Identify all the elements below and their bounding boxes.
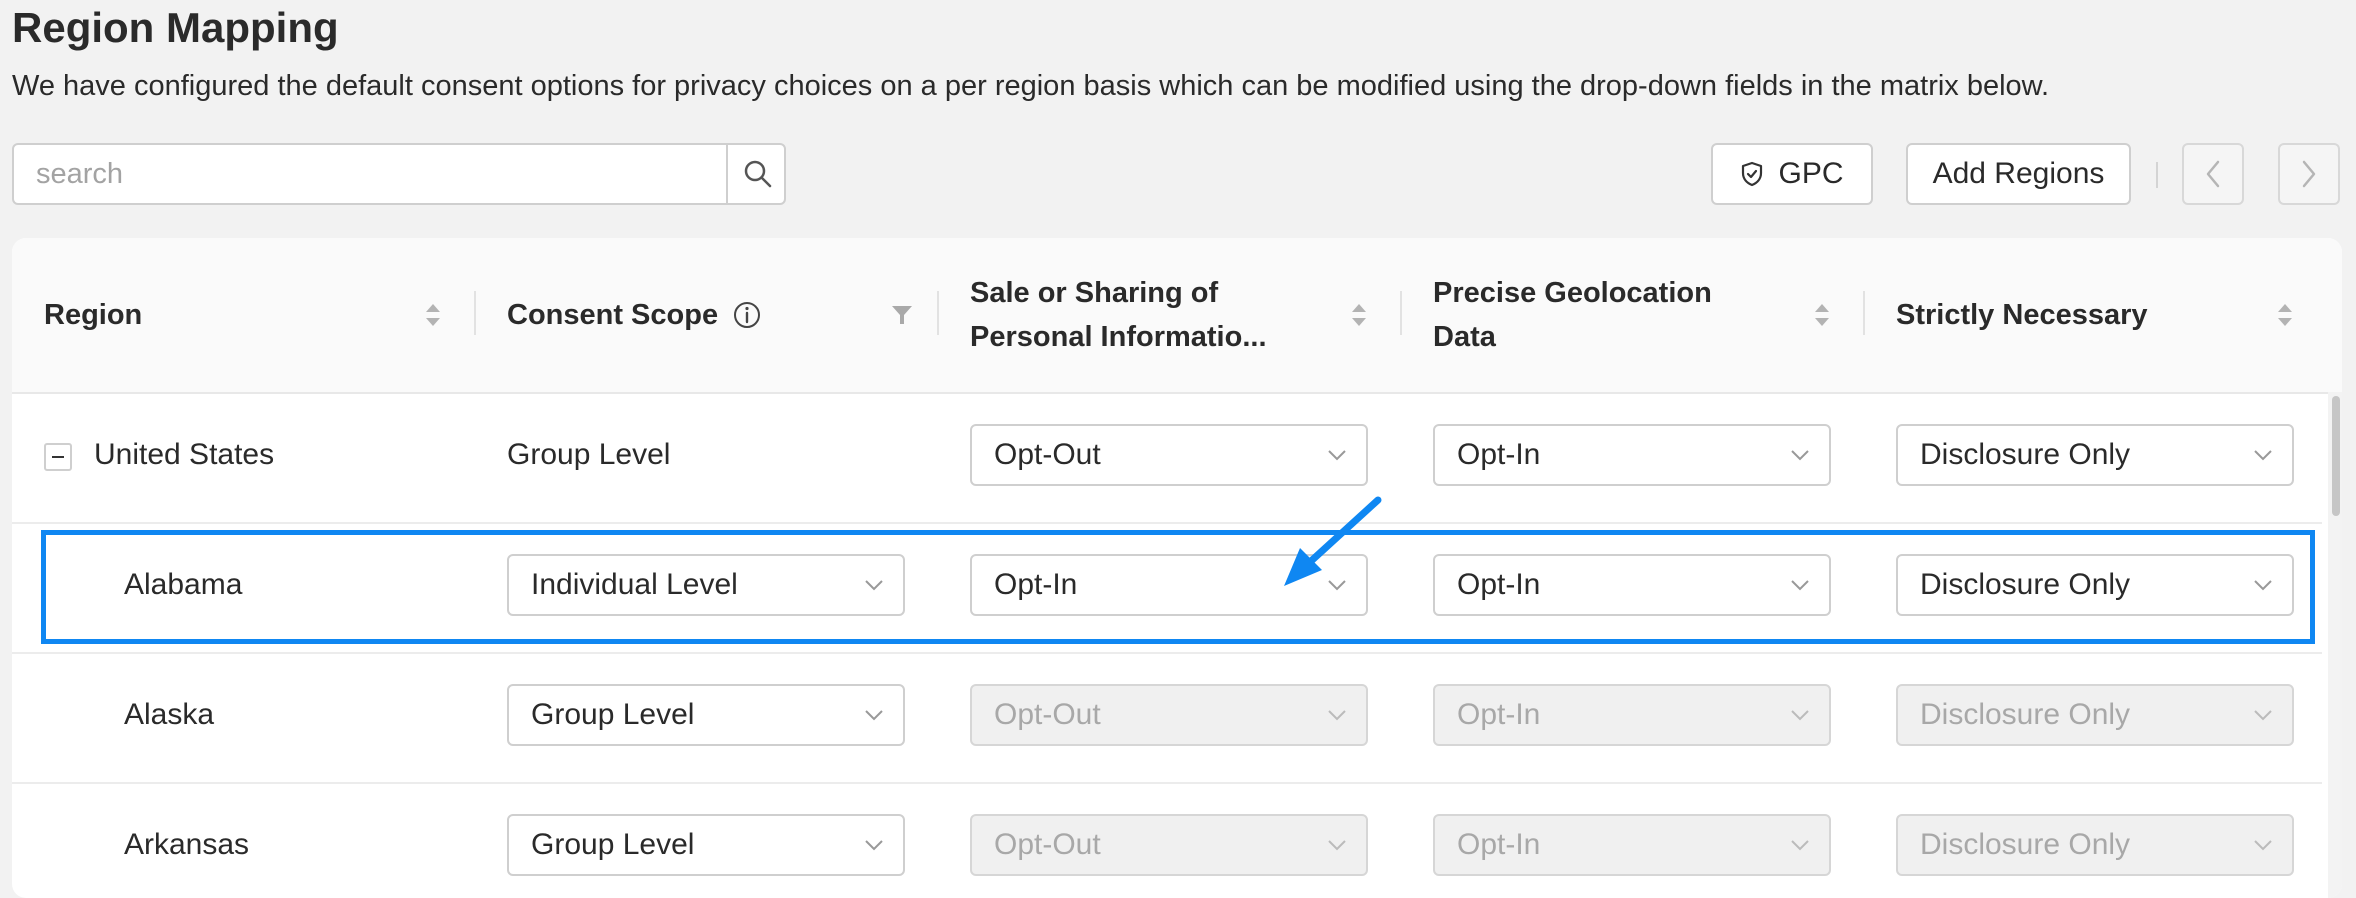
- collapse-toggle-button[interactable]: [44, 443, 72, 471]
- column-label: Strictly Necessary: [1896, 299, 2148, 331]
- column-divider: [1863, 291, 1865, 335]
- column-header-consent-scope[interactable]: Consent Scope: [507, 238, 787, 392]
- search-box: [12, 143, 786, 205]
- previous-page-button[interactable]: [2182, 143, 2244, 205]
- dropdown-value: Group Level: [531, 698, 695, 731]
- chevron-down-icon: [1791, 450, 1809, 461]
- column-header-strictly-necessary[interactable]: Strictly Necessary: [1896, 238, 2256, 392]
- sort-icon[interactable]: [1348, 300, 1370, 330]
- chevron-down-icon: [865, 840, 883, 851]
- info-icon[interactable]: [732, 300, 762, 330]
- sale-sharing-dropdown: Opt-Out: [970, 814, 1368, 876]
- chevron-down-icon: [1328, 450, 1346, 461]
- dropdown-value: Opt-Out: [994, 698, 1101, 731]
- sort-icon[interactable]: [422, 300, 444, 330]
- column-header-sale-sharing[interactable]: Sale or Sharing of Personal Informatio..…: [970, 238, 1320, 392]
- column-divider: [474, 291, 476, 335]
- region-name: Arkansas: [124, 828, 250, 861]
- dropdown-value: Opt-Out: [994, 438, 1101, 471]
- dropdown-value: Disclosure Only: [1920, 698, 2131, 731]
- add-regions-label: Add Regions: [1932, 157, 2105, 190]
- sale-sharing-dropdown[interactable]: Opt-Out: [970, 424, 1368, 486]
- column-label: Region: [44, 299, 143, 331]
- chevron-down-icon: [2254, 710, 2272, 721]
- chevron-down-icon: [1328, 710, 1346, 721]
- dropdown-value: Opt-In: [1457, 438, 1541, 471]
- sort-icon[interactable]: [1811, 300, 1833, 330]
- dropdown-value: Opt-In: [1457, 828, 1541, 861]
- page-description: We have configured the default consent o…: [12, 70, 2050, 102]
- filter-icon[interactable]: [890, 304, 914, 326]
- search-button[interactable]: [726, 145, 788, 203]
- next-page-button[interactable]: [2278, 143, 2340, 205]
- chevron-left-icon: [2206, 160, 2220, 188]
- add-regions-button[interactable]: Add Regions: [1906, 143, 2131, 205]
- geolocation-dropdown[interactable]: Opt-In: [1433, 424, 1831, 486]
- dropdown-value: Group Level: [531, 828, 695, 861]
- gpc-label: GPC: [1778, 157, 1844, 190]
- chevron-right-icon: [2302, 160, 2316, 188]
- chevron-down-icon: [1791, 840, 1809, 851]
- toolbar-divider: [2156, 162, 2158, 188]
- column-label: Precise Geolocation Data: [1433, 277, 1712, 353]
- consent-scope-value: Group Level: [507, 438, 671, 471]
- table-scrollbar[interactable]: [2332, 396, 2340, 516]
- sale-sharing-dropdown: Opt-Out: [970, 684, 1368, 746]
- chevron-down-icon: [2254, 450, 2272, 461]
- highlight-box: [41, 530, 2315, 644]
- chevron-down-icon: [1791, 710, 1809, 721]
- table-row-alaska: Alaska Group Level Opt-Out Opt-In Disclo…: [12, 654, 2322, 784]
- chevron-down-icon: [865, 710, 883, 721]
- search-icon: [744, 160, 772, 188]
- gpc-button[interactable]: GPC: [1711, 143, 1873, 205]
- dropdown-value: Disclosure Only: [1920, 438, 2131, 471]
- column-header-precise-geolocation[interactable]: Precise Geolocation Data: [1433, 238, 1733, 392]
- dropdown-value: Disclosure Only: [1920, 828, 2131, 861]
- strictly-necessary-dropdown: Disclosure Only: [1896, 814, 2294, 876]
- region-name: Alaska: [124, 698, 215, 731]
- table-header: Region Consent Scope Sale or Sharing of …: [12, 238, 2342, 394]
- consent-scope-dropdown[interactable]: Group Level: [507, 814, 905, 876]
- page-title: Region Mapping: [12, 4, 339, 51]
- consent-scope-dropdown[interactable]: Group Level: [507, 684, 905, 746]
- table-row-arkansas: Arkansas Group Level Opt-Out Opt-In Disc…: [12, 784, 2322, 898]
- strictly-necessary-dropdown[interactable]: Disclosure Only: [1896, 424, 2294, 486]
- geolocation-dropdown: Opt-In: [1433, 684, 1831, 746]
- search-input[interactable]: [14, 145, 726, 203]
- column-header-region[interactable]: Region: [44, 238, 304, 392]
- region-name: United States: [94, 438, 275, 471]
- sort-icon[interactable]: [2274, 300, 2296, 330]
- column-divider: [937, 291, 939, 335]
- chevron-down-icon: [1328, 840, 1346, 851]
- chevron-down-icon: [2254, 840, 2272, 851]
- column-label: Sale or Sharing of Personal Informatio..…: [970, 277, 1267, 353]
- column-divider: [1400, 291, 1402, 335]
- geolocation-dropdown: Opt-In: [1433, 814, 1831, 876]
- annotation-arrow-icon: [1284, 496, 1382, 586]
- table-row-united-states: United States Group Level Opt-Out Opt-In…: [12, 394, 2322, 524]
- strictly-necessary-dropdown: Disclosure Only: [1896, 684, 2294, 746]
- shield-check-icon: [1742, 161, 1763, 187]
- dropdown-value: Opt-Out: [994, 828, 1101, 861]
- dropdown-value: Opt-In: [1457, 698, 1541, 731]
- column-label: Consent Scope: [507, 299, 719, 331]
